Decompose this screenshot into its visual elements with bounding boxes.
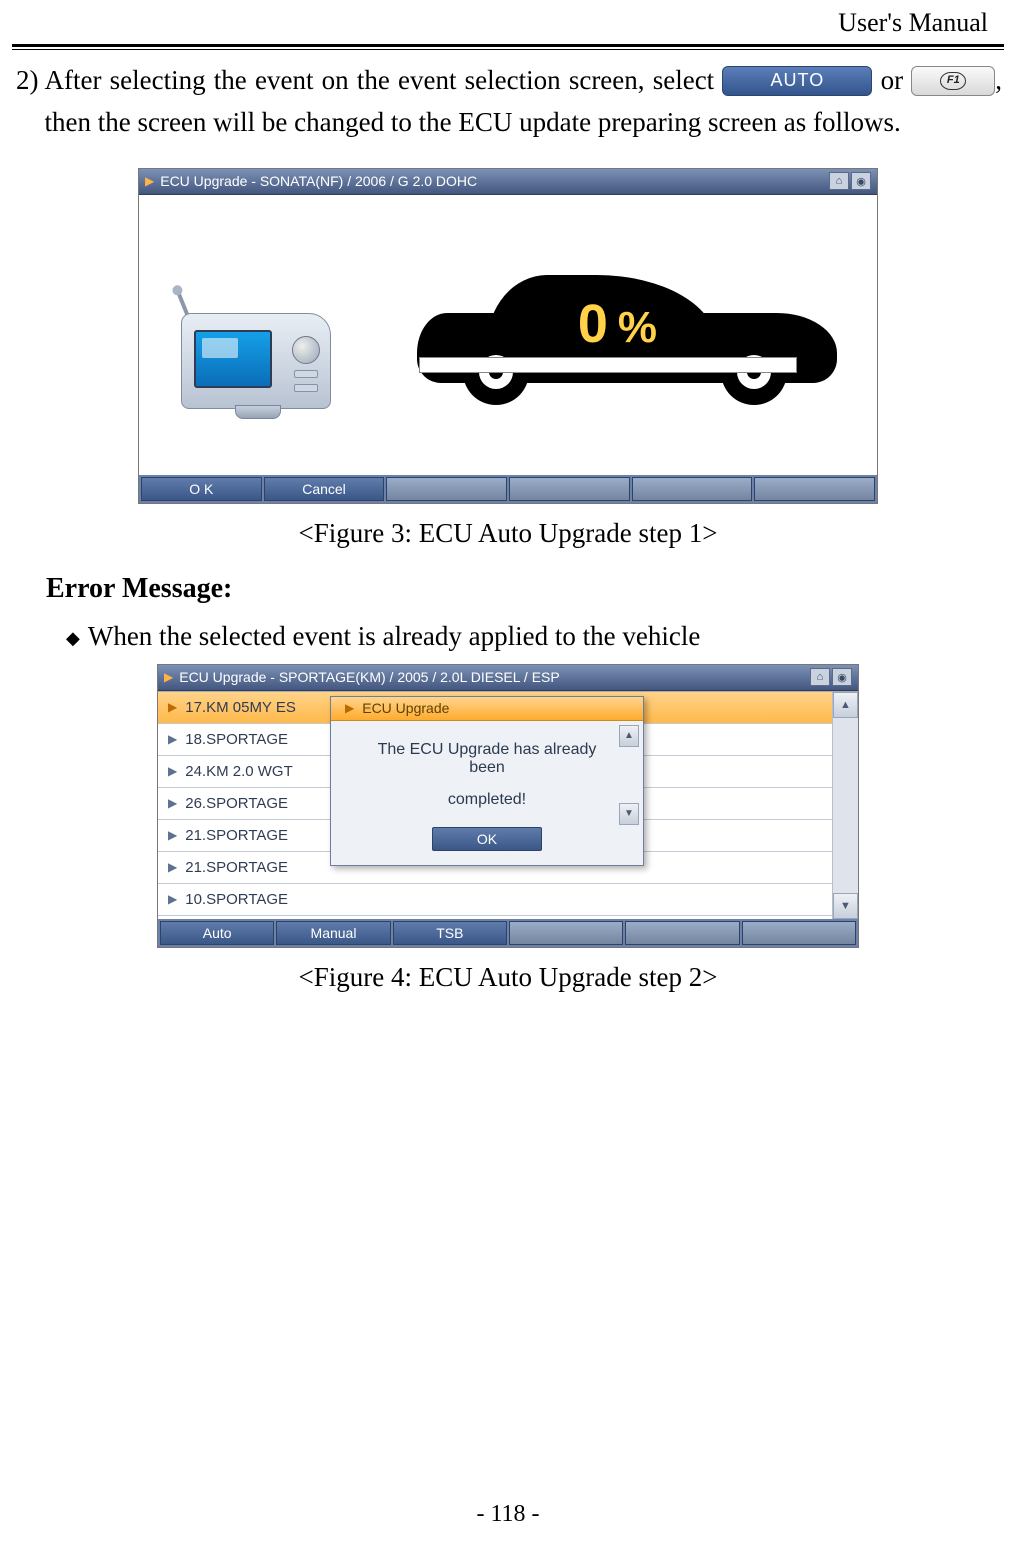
scroll-up-icon[interactable]: ▲ <box>619 725 639 747</box>
empty-button-1 <box>386 477 507 501</box>
scroll-down-icon[interactable]: ▼ <box>833 893 858 919</box>
figure-4-screenshot: ▶ ECU Upgrade - SPORTAGE(KM) / 2005 / 2.… <box>157 664 859 948</box>
figure-3-screenshot: ▶ ECU Upgrade - SONATA(NF) / 2006 / G 2.… <box>138 168 878 504</box>
dialog-text-line: completed! <box>448 791 526 809</box>
auto-button-inline[interactable]: AUTO <box>722 66 872 96</box>
camera-icon[interactable]: ◉ <box>851 172 871 190</box>
figure-3-caption: <Figure 3: ECU Auto Upgrade step 1> <box>12 518 1004 549</box>
scroll-up-icon[interactable]: ▲ <box>833 692 858 718</box>
percent-value: 0 <box>578 293 608 355</box>
list-item-label: 18.SPORTAGE <box>185 731 288 748</box>
empty-button-4 <box>754 477 875 501</box>
scroll-track[interactable] <box>833 718 858 893</box>
list-item[interactable]: ▶10.SPORTAGE <box>158 884 832 916</box>
dialog-scrollbar[interactable]: ▲ ▼ <box>619 725 639 825</box>
list-item-label: 10.SPORTAGE <box>185 891 288 908</box>
step-number: 2) <box>14 60 39 144</box>
dialog-ok-button[interactable]: OK <box>432 827 542 851</box>
fig3-button-row: O K Cancel <box>139 475 877 503</box>
step-text-1: After selecting the event on the event s… <box>45 65 715 95</box>
f1-key-icon: F1 <box>940 72 966 90</box>
fig4-titlebar: ▶ ECU Upgrade - SPORTAGE(KM) / 2005 / 2.… <box>158 665 858 691</box>
scanner-device-icon <box>181 289 351 417</box>
empty-button-3 <box>742 921 856 945</box>
empty-button-2 <box>625 921 739 945</box>
error-bullet-text: When the selected event is already appli… <box>88 621 700 652</box>
step-2-block: 2) After selecting the event on the even… <box>12 60 1004 144</box>
progress-bar <box>419 357 797 373</box>
tsb-tab-button[interactable]: TSB <box>393 921 507 945</box>
ecu-upgrade-dialog: ▶ ECU Upgrade The ECU Upgrade has alread… <box>330 696 644 866</box>
header-rule <box>12 44 1004 50</box>
dialog-text-line: The ECU Upgrade has already <box>378 741 597 759</box>
percent-sign: % <box>618 303 657 353</box>
title-arrow-icon: ▶ <box>145 174 154 188</box>
list-item-label: 26.SPORTAGE <box>185 795 288 812</box>
auto-tab-button[interactable]: Auto <box>160 921 274 945</box>
dialog-title-text: ECU Upgrade <box>362 700 449 716</box>
home-icon[interactable]: ⌂ <box>829 172 849 190</box>
empty-button-1 <box>509 921 623 945</box>
fig4-title-text: ECU Upgrade - SPORTAGE(KM) / 2005 / 2.0L… <box>179 669 559 685</box>
title-arrow-icon: ▶ <box>164 670 173 684</box>
fig4-button-row: Auto Manual TSB <box>158 919 858 947</box>
dialog-text-line: been <box>469 759 505 777</box>
cancel-button[interactable]: Cancel <box>264 477 385 501</box>
page-header: User's Manual <box>12 0 1004 42</box>
list-item-label: 17.KM 05MY ES <box>185 699 296 716</box>
fig3-body: 0 % <box>139 195 877 475</box>
manual-tab-button[interactable]: Manual <box>276 921 390 945</box>
home-icon[interactable]: ⌂ <box>810 668 830 686</box>
list-item-label: 21.SPORTAGE <box>185 859 288 876</box>
error-message-heading: Error Message: <box>46 573 1004 605</box>
error-bullet-line: ◆ When the selected event is already app… <box>66 621 1004 652</box>
figure-4-caption: <Figure 4: ECU Auto Upgrade step 2> <box>12 962 1004 993</box>
fig3-title-text: ECU Upgrade - SONATA(NF) / 2006 / G 2.0 … <box>160 173 477 189</box>
list-item-label: 21.SPORTAGE <box>185 827 288 844</box>
step-content: After selecting the event on the event s… <box>45 60 1003 144</box>
empty-button-2 <box>509 477 630 501</box>
page-number: - 118 - <box>0 1501 1016 1528</box>
dialog-titlebar: ▶ ECU Upgrade <box>331 697 643 721</box>
scroll-down-icon[interactable]: ▼ <box>619 803 639 825</box>
fig4-list-panel: ▶17.KM 05MY ES ▶18.SPORTAGE ▶24.KM 2.0 W… <box>158 691 858 919</box>
outer-scrollbar[interactable]: ▲ ▼ <box>832 692 858 919</box>
camera-icon[interactable]: ◉ <box>832 668 852 686</box>
list-item-label: 24.KM 2.0 WGT <box>185 763 293 780</box>
progress-percent: 0 % <box>578 293 657 355</box>
f1-button-inline[interactable]: F1 <box>911 66 995 96</box>
empty-button-3 <box>632 477 753 501</box>
dialog-body: The ECU Upgrade has already been complet… <box>331 721 643 865</box>
ok-button[interactable]: O K <box>141 477 262 501</box>
bullet-icon: ◆ <box>66 628 80 659</box>
fig3-titlebar: ▶ ECU Upgrade - SONATA(NF) / 2006 / G 2.… <box>139 169 877 195</box>
step-or: or <box>881 65 912 95</box>
